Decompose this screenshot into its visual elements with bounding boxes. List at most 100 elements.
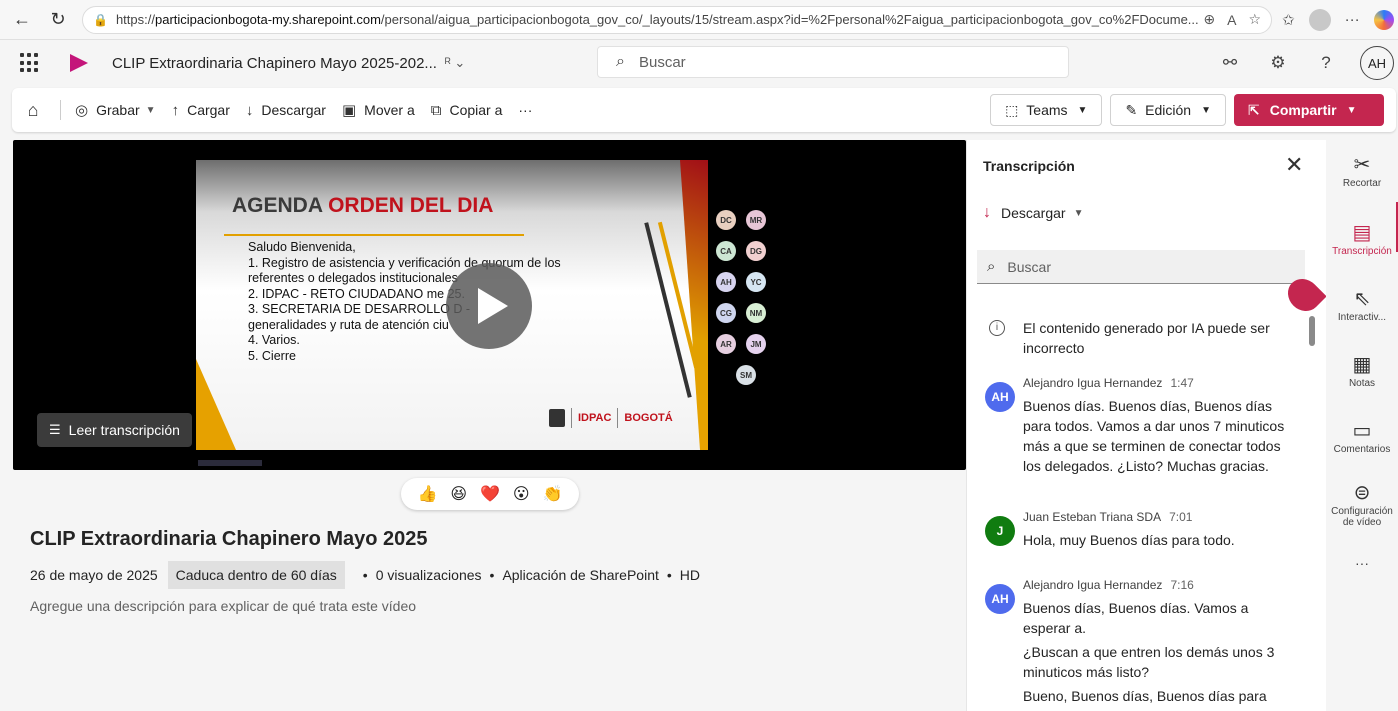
share-icon: ⇱	[1248, 101, 1260, 118]
entry-header: Juan Esteban Triana SDA 7:01	[1023, 510, 1192, 524]
zoom-icon[interactable]: ⊕	[1203, 11, 1215, 28]
teams-icon: ⬚	[1005, 101, 1019, 118]
copy-button[interactable]: ⧉ Copiar a	[423, 88, 511, 132]
move-button[interactable]: ▣ Mover a	[334, 88, 423, 132]
speaker-name: Juan Esteban Triana SDA	[1023, 510, 1162, 524]
video-player[interactable]: AGENDA ORDEN DEL DIA Saludo Bienvenida, …	[13, 140, 966, 470]
chevron-down-icon: ▼	[145, 104, 156, 116]
search-icon: ⌕	[616, 53, 625, 70]
profile-icon[interactable]	[1308, 8, 1331, 31]
stream-logo-icon	[70, 54, 88, 72]
bogota-shield-icon	[549, 409, 565, 427]
meta-dot: •	[489, 567, 495, 583]
app-header: CLIP Extraordinaria Chapinero Mayo 2025-…	[0, 40, 1398, 86]
participant-avatar: MR	[746, 210, 766, 230]
scrollbar-thumb[interactable]	[1309, 316, 1315, 346]
participant-avatar: NM	[746, 303, 766, 323]
move-folder-icon: ▣	[341, 102, 357, 119]
favorite-star-icon[interactable]: ☆	[1248, 11, 1261, 28]
entry-text: Buenos días, Buenos días. Vamos a espera…	[1023, 598, 1293, 706]
transcript-download-button[interactable]: ↓ Descargar ▼	[983, 204, 1084, 222]
cursor-click-icon: ⇖	[1353, 288, 1371, 310]
description-field[interactable]: Agregue una descripción para explicar de…	[30, 598, 416, 614]
transcript-panel: Transcripción ✕ ↓ Descargar ▼ ⌕ Buscar i El …	[966, 140, 1326, 711]
address-bar[interactable]: 🔒 https://participacionbogota-my.sharepo…	[82, 5, 1272, 34]
slide-stripe	[196, 359, 236, 450]
copilot-icon[interactable]	[1373, 9, 1394, 30]
expiry-badge[interactable]: Caduca dentro de 60 días	[167, 561, 345, 589]
speaker-avatar: AH	[985, 584, 1015, 614]
transcript-search-input[interactable]: ⌕ Buscar	[977, 250, 1305, 284]
reaction-emoji[interactable]: ❤️	[480, 484, 500, 504]
user-avatar[interactable]: AH	[1360, 46, 1394, 80]
divider	[617, 408, 619, 428]
reaction-emoji[interactable]: 😮	[513, 484, 530, 504]
entry-line: ¿Buscan a que entren los demás unos 3 mi…	[1023, 644, 1275, 680]
rail-transcript[interactable]: ▤ Transcripción	[1326, 220, 1398, 257]
download-icon: ↓	[245, 101, 254, 119]
source-app: Aplicación de SharePoint	[502, 567, 659, 583]
meta-dot: •	[362, 567, 368, 583]
quality-label: HD	[679, 567, 701, 583]
download-button[interactable]: ↓ Descargar	[238, 88, 334, 132]
favorites-icon[interactable]: ✩	[1282, 11, 1295, 29]
shared-chevron-icon[interactable]: ᴿ ⌄	[445, 55, 465, 71]
notes-icon: ▦	[1352, 354, 1372, 376]
slide-logos: IDPAC BOGOTÁ	[549, 408, 673, 428]
transcript-title: Transcripción	[983, 158, 1075, 174]
back-arrow-icon[interactable]: ←	[8, 6, 36, 34]
speaker-name: Alejandro Igua Hernandez	[1023, 376, 1163, 390]
rail-comments[interactable]: ▭ Comentarios	[1326, 418, 1398, 455]
entry-line: Buenos días, Buenos días. Vamos a espera…	[1023, 600, 1249, 636]
participant-avatar: DG	[746, 241, 766, 261]
chevron-down-icon: ▼	[1201, 104, 1211, 116]
video-title: CLIP Extraordinaria Chapinero Mayo 2025	[30, 528, 428, 550]
entry-header: Alejandro Igua Hernandez 1:47	[1023, 376, 1194, 390]
read-aloud-icon[interactable]: A	[1227, 12, 1236, 28]
document-title[interactable]: CLIP Extraordinaria Chapinero Mayo 2025-…	[112, 55, 437, 72]
participant-avatar: YC	[746, 272, 766, 292]
help-icon[interactable]: ?	[1302, 53, 1350, 73]
reaction-emoji[interactable]: 👍	[417, 484, 437, 504]
ai-disclaimer: i El contenido generado por IA puede ser …	[989, 318, 1289, 358]
speaker-name: Alejandro Igua Hernandez	[1023, 578, 1163, 592]
speaker-tag	[198, 460, 262, 466]
timestamp[interactable]: 1:47	[1170, 376, 1193, 390]
refresh-icon[interactable]: ↻	[44, 6, 72, 34]
upload-button[interactable]: ↑ Cargar	[164, 88, 238, 132]
share-button[interactable]: ⇱ Compartir ▼	[1234, 94, 1384, 126]
record-icon: ◎	[75, 102, 89, 119]
entry-text: Hola, muy Buenos días para todo.	[1023, 532, 1235, 548]
reaction-emoji[interactable]: 😆	[450, 484, 467, 504]
close-icon[interactable]: ✕	[1285, 152, 1303, 178]
info-icon: i	[989, 320, 1005, 336]
slide-rule	[224, 234, 524, 236]
share-people-icon[interactable]: ⚯	[1206, 53, 1254, 73]
read-transcript-button[interactable]: ☰ Leer transcripción	[37, 413, 192, 447]
settings-gear-icon[interactable]: ⚙	[1254, 53, 1302, 73]
upload-icon: ↑	[171, 101, 180, 119]
global-search-input[interactable]: ⌕ Buscar	[597, 46, 1069, 78]
rail-notes[interactable]: ▦ Notas	[1326, 352, 1398, 389]
record-button[interactable]: ◎ Grabar ▼	[67, 88, 164, 132]
app-launcher-icon[interactable]	[20, 53, 40, 73]
rail-trim[interactable]: ✂ Recortar	[1326, 152, 1398, 189]
more-icon[interactable]: ···	[1345, 11, 1360, 28]
participant-avatar: SM	[736, 365, 756, 385]
teams-button[interactable]: ⬚ Teams ▼	[990, 94, 1103, 126]
reaction-bar: 👍 😆 ❤️ 😮 👏	[401, 478, 579, 510]
more-commands-button[interactable]: ···	[510, 88, 540, 132]
timestamp[interactable]: 7:16	[1170, 578, 1193, 592]
rail-more[interactable]: ···	[1326, 556, 1398, 570]
play-button[interactable]	[446, 263, 532, 349]
reaction-emoji[interactable]: 👏	[543, 484, 563, 504]
chevron-down-icon: ▼	[1346, 104, 1357, 116]
scissors-icon: ✂	[1353, 154, 1371, 176]
rail-interactive[interactable]: ⇖ Interactiv...	[1326, 286, 1398, 323]
rail-video-settings[interactable]: ⊜ Configuración de vídeo	[1326, 480, 1398, 528]
home-icon[interactable]: ⌂	[12, 100, 54, 121]
search-icon: ⌕	[987, 258, 996, 275]
browser-toolbar: ← ↻ 🔒 https://participacionbogota-my.sha…	[0, 0, 1398, 40]
timestamp[interactable]: 7:01	[1169, 510, 1192, 524]
edit-mode-button[interactable]: ✎ Edición ▼	[1110, 94, 1226, 126]
